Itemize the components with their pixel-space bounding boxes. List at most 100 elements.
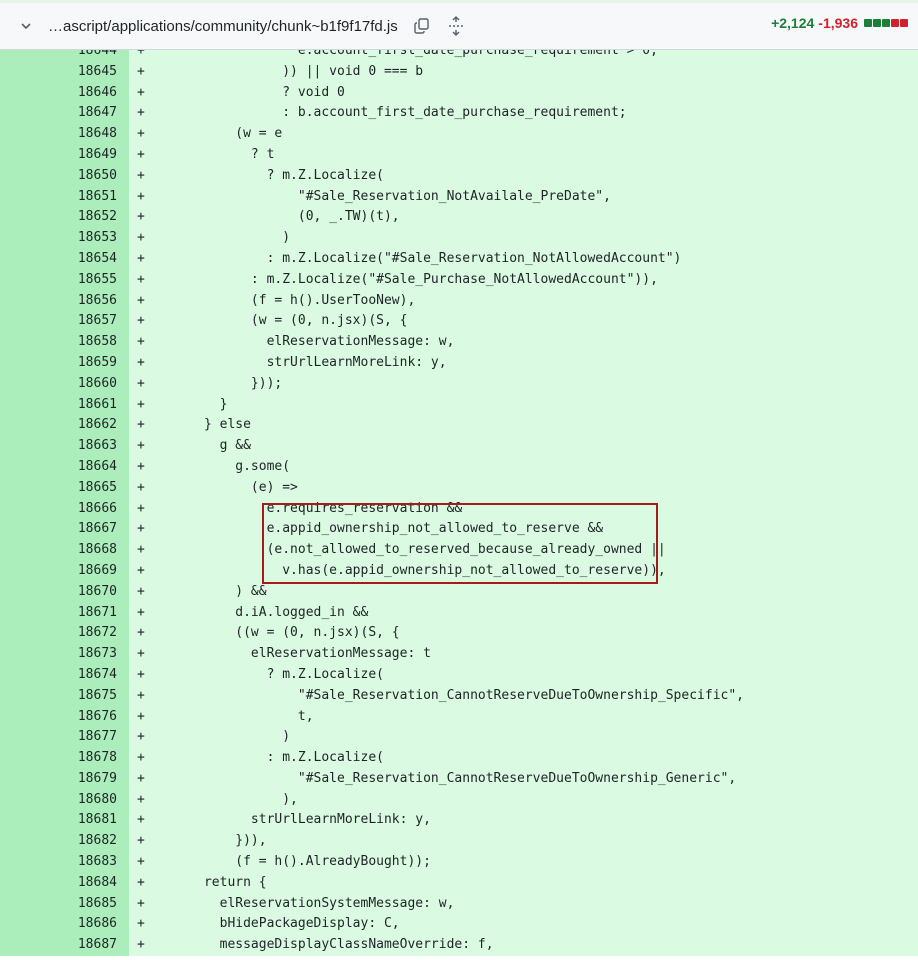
copy-icon[interactable] [412,16,432,36]
code-text: ? m.Z.Localize( [157,167,384,183]
line-number[interactable]: 18663 [0,436,129,457]
code-line: + (0, _.TW)(t), [129,207,918,229]
code-text: "#Sale_Reservation_CannotReserveDueToOwn… [157,770,737,786]
line-number[interactable]: 18669 [0,560,129,582]
line-number[interactable]: 18664 [0,456,129,478]
code-text: : m.Z.Localize( [157,750,384,766]
diff-line: 18665 + (e) => [0,477,918,499]
code-line: + strUrlLearnMoreLink: y, [129,352,918,374]
code-line: + })); [129,373,918,395]
code-text: : m.Z.Localize("#Sale_Purchase_NotAllowe… [157,271,658,287]
code-text: elReservationSystemMessage: w, [157,895,455,911]
line-number[interactable]: 18652 [0,207,129,229]
code-text: messageDisplayClassNameOverride: f, [157,937,494,953]
file-path[interactable]: …ascript/applications/community/chunk~b1… [48,18,398,35]
code-text: (f = h().UserTooNew), [157,292,416,308]
line-number[interactable]: 18671 [0,602,129,624]
chevron-down-icon[interactable] [18,18,34,34]
code-line: + return { [129,872,918,894]
line-number[interactable]: 18686 [0,914,129,936]
code-line: + (e.not_allowed_to_reserved_because_alr… [129,540,918,561]
code-line: + )) || void 0 === b [129,61,918,83]
addition-marker: + [137,833,145,849]
code-line: + bHidePackageDisplay: C, [129,914,918,936]
line-number[interactable]: 18685 [0,893,129,915]
line-number[interactable]: 18646 [0,82,129,104]
line-number[interactable]: 18676 [0,706,129,728]
line-number[interactable]: 18662 [0,415,129,437]
code-line: + : m.Z.Localize( [129,748,918,769]
code-text: elReservationMessage: w, [157,334,455,350]
code-text: ? t [157,146,275,162]
code-text: )) || void 0 === b [157,63,424,79]
line-number[interactable]: 18681 [0,810,129,832]
line-number[interactable]: 18644 [0,50,129,62]
code-line: + ((w = (0, n.jsx)(S, { [129,623,918,645]
code-text: ) [157,230,291,246]
line-number[interactable]: 18668 [0,540,129,561]
addition-marker: + [137,937,145,953]
code-text: "#Sale_Reservation_NotAvailale_PreDate", [157,188,611,204]
line-number[interactable]: 18651 [0,186,129,208]
code-text: ) && [157,583,267,599]
line-number[interactable]: 18687 [0,935,129,957]
diffstat-block [864,19,872,27]
line-number[interactable]: 18650 [0,165,129,187]
line-number[interactable]: 18682 [0,831,129,853]
line-number[interactable]: 18660 [0,373,129,395]
line-number[interactable]: 18678 [0,748,129,769]
line-number[interactable]: 18665 [0,477,129,499]
line-number[interactable]: 18673 [0,644,129,665]
line-number[interactable]: 18666 [0,498,129,520]
diff-line: 18674 + ? m.Z.Localize( [0,664,918,686]
diff-line: 18659 + strUrlLearnMoreLink: y, [0,352,918,374]
line-number[interactable]: 18653 [0,228,129,249]
line-number[interactable]: 18672 [0,623,129,645]
line-number[interactable]: 18648 [0,124,129,145]
line-number[interactable]: 18680 [0,789,129,811]
addition-marker: + [137,583,145,599]
addition-marker: + [137,417,145,433]
diff-line: 18664 + g.some( [0,456,918,478]
line-number[interactable]: 18658 [0,332,129,353]
code-line: + elReservationMessage: w, [129,332,918,353]
diff-line: 18666 + e.requires_reservation && [0,498,918,520]
code-line: + (f = h().UserTooNew), [129,290,918,312]
unfold-icon[interactable] [446,16,466,36]
addition-marker: + [137,396,145,412]
line-number[interactable]: 18675 [0,685,129,707]
diff-line: 18647 + : b.account_first_date_purchase_r… [0,103,918,125]
line-number[interactable]: 18661 [0,394,129,416]
line-number[interactable]: 18647 [0,103,129,125]
code-line: + e.account_first_date_purchase_requirem… [129,50,918,62]
code-text: e.appid_ownership_not_allowed_to_reserve… [157,521,604,537]
diff-line: 18663 + g && [0,436,918,457]
addition-marker: + [137,105,145,121]
code-text: (f = h().AlreadyBought)); [157,854,431,870]
diff-line: 18673 + elReservationMessage: t [0,644,918,665]
line-number[interactable]: 18649 [0,144,129,166]
diff-line: 18657 + (w = (0, n.jsx)(S, { [0,311,918,333]
line-number[interactable]: 18670 [0,581,129,603]
code-text: d.iA.logged_in && [157,604,369,620]
diff-line: 18646 + ? void 0 [0,82,918,104]
line-number[interactable]: 18674 [0,664,129,686]
line-number[interactable]: 18654 [0,248,129,270]
diff-code-area: 18644 + e.account_first_date_purchase_req… [0,50,918,960]
code-line: + (f = h().AlreadyBought)); [129,852,918,873]
addition-marker: + [137,50,145,58]
diff-line: 18684 + return { [0,872,918,894]
line-number[interactable]: 18679 [0,768,129,790]
line-number[interactable]: 18655 [0,269,129,291]
line-number[interactable]: 18684 [0,872,129,894]
diff-line: 18671 + d.iA.logged_in && [0,602,918,624]
line-number[interactable]: 18667 [0,519,129,541]
line-number[interactable]: 18645 [0,61,129,83]
diff-line: 18672 + ((w = (0, n.jsx)(S, { [0,623,918,645]
diff-line: 18686 + bHidePackageDisplay: C, [0,914,918,936]
line-number[interactable]: 18683 [0,852,129,873]
line-number[interactable]: 18677 [0,727,129,749]
line-number[interactable]: 18659 [0,352,129,374]
line-number[interactable]: 18657 [0,311,129,333]
line-number[interactable]: 18656 [0,290,129,312]
